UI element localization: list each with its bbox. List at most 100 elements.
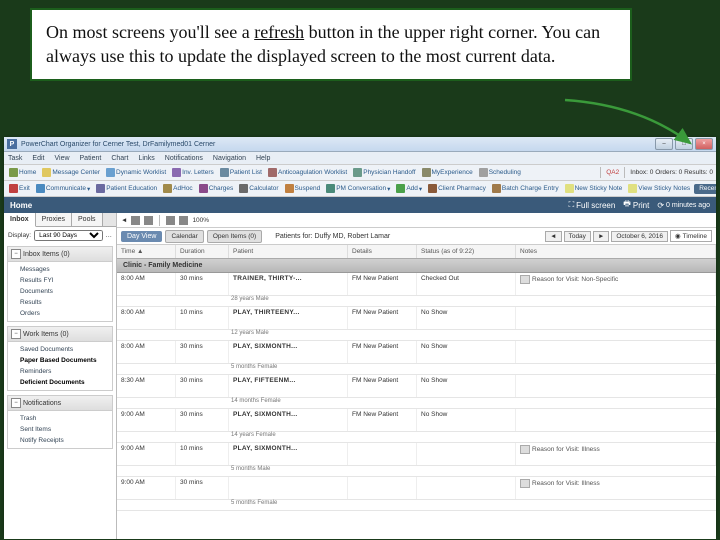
tb-pm-conversation[interactable]: PM Conversation▾ xyxy=(324,184,392,193)
table-row[interactable]: 9:00 AM10 minsPLAY, SIXMONTH... Reason f… xyxy=(117,443,716,466)
menu-task[interactable]: Task xyxy=(8,155,22,162)
tb-communicate[interactable]: Communicate▾ xyxy=(34,184,92,193)
menu-chart[interactable]: Chart xyxy=(111,155,128,162)
tab-proxies[interactable]: Proxies xyxy=(36,213,72,226)
menu-edit[interactable]: Edit xyxy=(32,155,44,162)
menubar: Task Edit View Patient Chart Links Notif… xyxy=(4,152,716,165)
side-documents[interactable]: Documents xyxy=(8,286,112,297)
table-row[interactable]: 9:00 AM30 minsPLAY, SIXMONTH...FM New Pa… xyxy=(117,409,716,432)
collapse-icon[interactable]: − xyxy=(11,398,21,408)
collapse-icon[interactable]: − xyxy=(11,249,21,259)
tb-inv-letters[interactable]: Inv. Letters xyxy=(170,168,216,177)
zoom-level[interactable]: 100% xyxy=(192,217,209,224)
side-reminders[interactable]: Reminders xyxy=(8,366,112,377)
tb-home[interactable]: Home xyxy=(7,168,38,177)
message-icon xyxy=(42,168,51,177)
open-items-button[interactable]: Open Items (0) xyxy=(207,230,262,243)
tb-calculator[interactable]: Calculator xyxy=(237,184,280,193)
side-messages[interactable]: Messages xyxy=(8,264,112,275)
side-notify-receipts[interactable]: Notify Receipts xyxy=(8,435,112,446)
tb-physician-handoff[interactable]: Physician Handoff xyxy=(351,168,417,177)
menu-help[interactable]: Help xyxy=(256,155,270,162)
day-view-button[interactable]: Day View xyxy=(121,231,162,242)
env-label: QA2 xyxy=(606,169,619,176)
tb-anticoag[interactable]: Anticoagulation Worklist xyxy=(266,168,349,177)
tb-adhoc[interactable]: AdHoc xyxy=(161,184,195,193)
tb-new-sticky[interactable]: New Sticky Note xyxy=(563,184,625,193)
table-row[interactable]: 9:00 AM30 mins Reason for Visit: Illness xyxy=(117,477,716,500)
side-deficient-docs[interactable]: Deficient Documents xyxy=(8,377,112,388)
side-saved-docs[interactable]: Saved Documents xyxy=(8,344,112,355)
refresh-button[interactable]: ⟳ 0 minutes ago xyxy=(657,201,710,210)
table-subrow: 5 months Female xyxy=(117,364,716,375)
tool-icon-3[interactable] xyxy=(166,216,175,225)
tb-suspend[interactable]: Suspend xyxy=(283,184,323,193)
col-time[interactable]: Time ▲ xyxy=(117,245,176,258)
batch-icon xyxy=(492,184,501,193)
scheduling-icon xyxy=(479,168,488,177)
tb-recent[interactable]: Recent ▾ xyxy=(694,184,716,194)
sect3-title: Notifications xyxy=(23,400,61,407)
today-button[interactable]: Today xyxy=(564,231,591,242)
date-prev[interactable]: ◄ xyxy=(545,231,561,242)
date-display[interactable]: October 6, 2016 xyxy=(611,231,668,242)
date-next[interactable]: ► xyxy=(593,231,609,242)
tb-add[interactable]: Add▾ xyxy=(394,184,424,193)
tb-message-center[interactable]: Message Center xyxy=(40,168,102,177)
display-select[interactable]: Last 90 Days xyxy=(34,230,102,241)
home-icon xyxy=(9,168,18,177)
menu-view[interactable]: View xyxy=(54,155,69,162)
tb-exit[interactable]: Exit xyxy=(7,184,32,193)
side-sent-items[interactable]: Sent Items xyxy=(8,424,112,435)
side-results-fyi[interactable]: Results FYI xyxy=(8,275,112,286)
tb-charges[interactable]: Charges xyxy=(197,184,236,193)
table-row[interactable]: 8:30 AM30 minsPLAY, FIFTEENM...FM New Pa… xyxy=(117,375,716,398)
tb-view-sticky[interactable]: View Sticky Notes xyxy=(626,184,692,193)
tool-icon-1[interactable] xyxy=(131,216,140,225)
menu-notifications[interactable]: Notifications xyxy=(165,155,203,162)
tb-batch-charge[interactable]: Batch Charge Entry xyxy=(490,184,561,193)
menu-patient[interactable]: Patient xyxy=(80,155,102,162)
tool-icon-4[interactable] xyxy=(179,216,188,225)
sticky-view-icon xyxy=(628,184,637,193)
patients-for-label: Patients for: Duffy MD, Robert Lamar xyxy=(275,233,390,240)
fullscreen-button[interactable]: ⛶ Full screen xyxy=(569,200,616,210)
tb-patient-list[interactable]: Patient List xyxy=(218,168,264,177)
handoff-icon xyxy=(353,168,362,177)
letters-icon xyxy=(172,168,181,177)
side-orders[interactable]: Orders xyxy=(8,308,112,319)
tb-client-pharmacy[interactable]: Client Pharmacy xyxy=(426,184,488,193)
collapse-icon[interactable]: − xyxy=(11,329,21,339)
col-notes[interactable]: Notes xyxy=(516,245,716,258)
education-icon xyxy=(96,184,105,193)
col-details[interactable]: Details xyxy=(348,245,417,258)
tb-myexperience[interactable]: MyExperience xyxy=(420,168,475,177)
tab-pools[interactable]: Pools xyxy=(72,213,103,226)
col-patient[interactable]: Patient xyxy=(229,245,348,258)
side-paper-docs[interactable]: Paper Based Documents xyxy=(8,355,112,366)
table-row[interactable]: 8:00 AM30 minsTRAINER, THIRTY-...FM New … xyxy=(117,273,716,296)
sect1-title: Inbox Items (0) xyxy=(23,251,70,258)
tb-patient-education[interactable]: Patient Education xyxy=(94,184,159,193)
side-results[interactable]: Results xyxy=(8,297,112,308)
patient-list-icon xyxy=(220,168,229,177)
instruction-callout: On most screens you'll see a refresh but… xyxy=(30,8,632,81)
display-ellipsis[interactable]: … xyxy=(106,232,113,239)
timeline-button[interactable]: ◉ Timeline xyxy=(670,230,712,242)
table-row[interactable]: 8:00 AM30 minsPLAY, SIXMONTH...FM New Pa… xyxy=(117,341,716,364)
calendar-button[interactable]: Calendar xyxy=(165,230,203,243)
tb-dynamic-worklist[interactable]: Dynamic Worklist xyxy=(104,168,168,177)
table-row[interactable]: 8:00 AM10 minsPLAY, THIRTEENY...FM New P… xyxy=(117,307,716,330)
col-duration[interactable]: Duration xyxy=(176,245,229,258)
side-trash[interactable]: Trash xyxy=(8,413,112,424)
pharmacy-icon xyxy=(428,184,437,193)
menu-links[interactable]: Links xyxy=(138,155,154,162)
tool-icon-2[interactable] xyxy=(144,216,153,225)
tab-inbox[interactable]: Inbox xyxy=(4,213,36,227)
col-status[interactable]: Status (as of 9:22) xyxy=(417,245,516,258)
nav-back-icon[interactable]: ◄ xyxy=(121,217,127,224)
menu-navigation[interactable]: Navigation xyxy=(213,155,246,162)
tb-scheduling[interactable]: Scheduling xyxy=(477,168,523,177)
print-button[interactable]: 🖶 Print xyxy=(623,198,649,212)
sect-inbox-items: −Inbox Items (0) Messages Results FYI Do… xyxy=(7,246,113,322)
